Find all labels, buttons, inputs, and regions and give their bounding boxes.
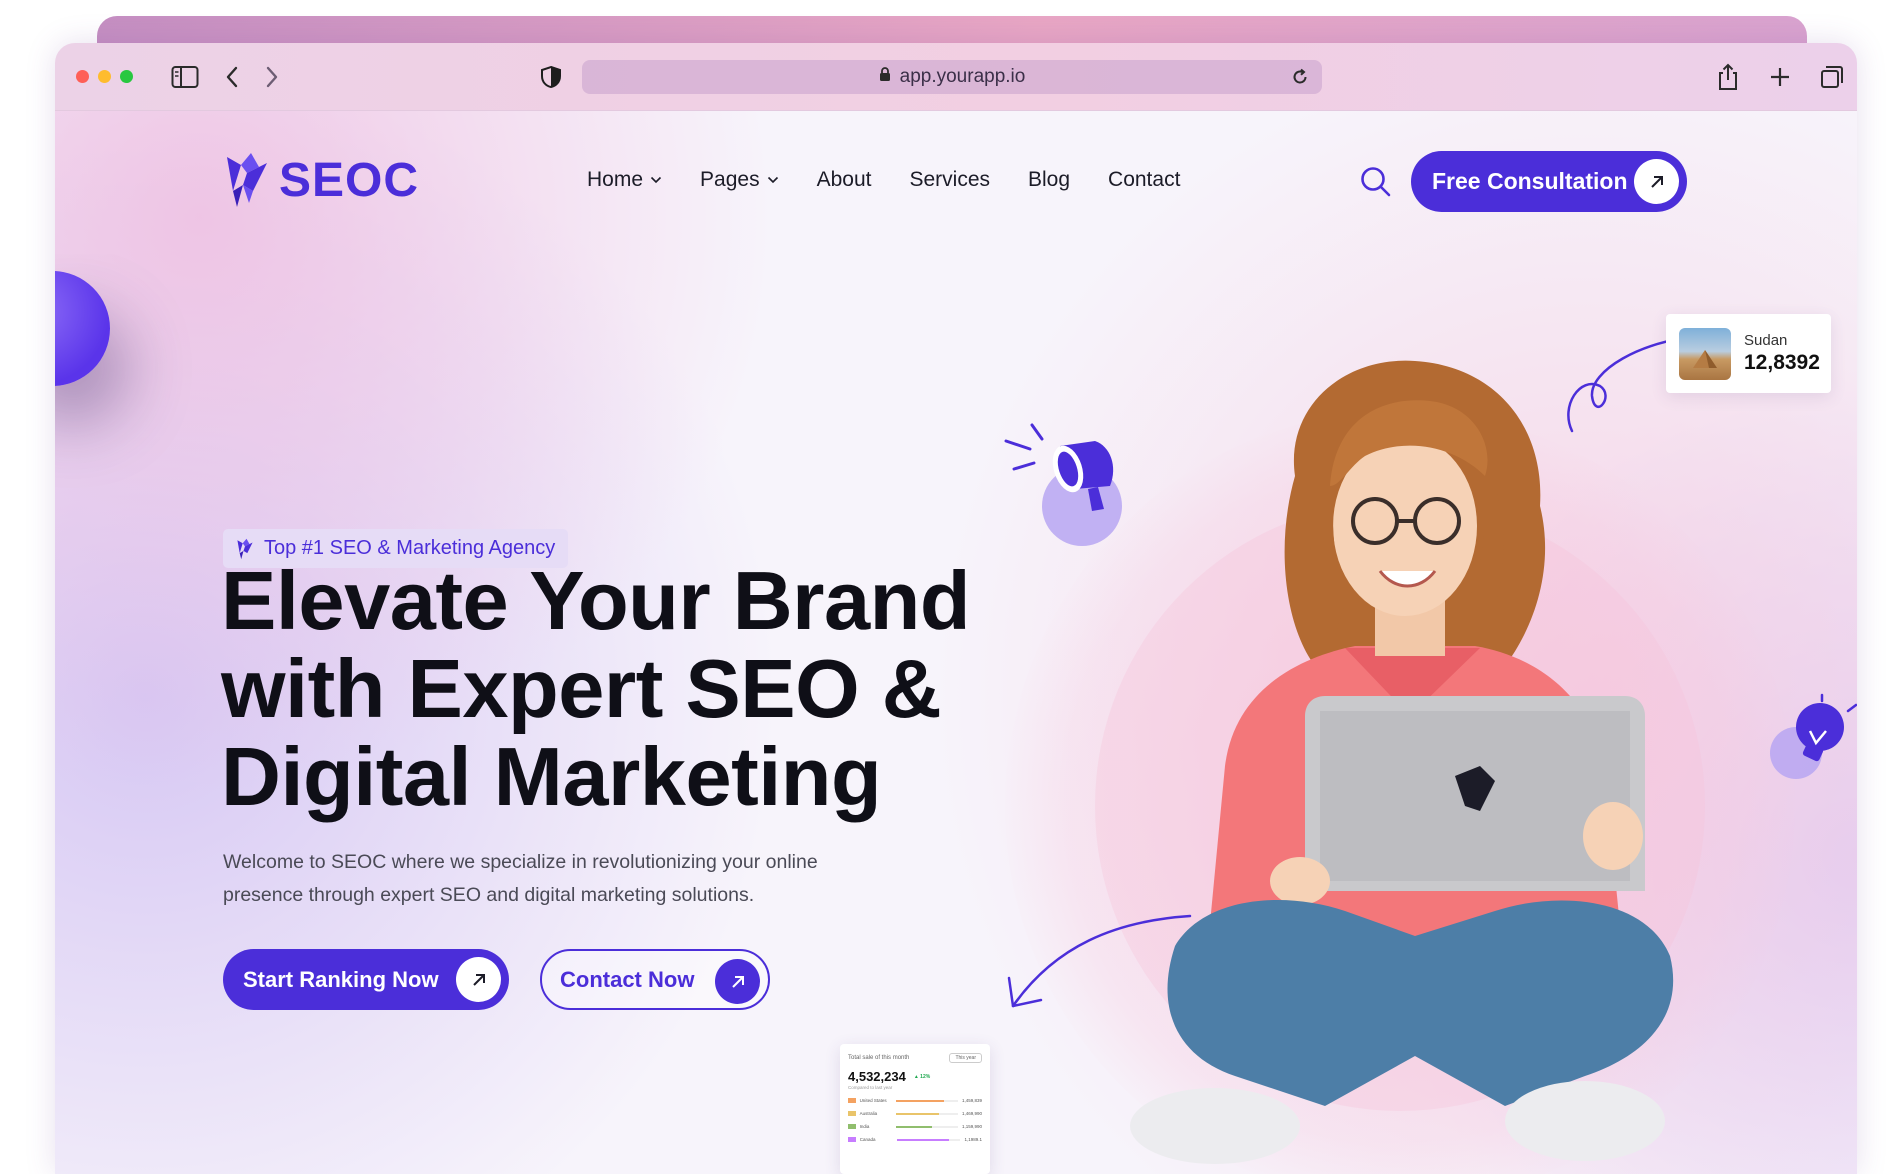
country-row: United States 1,459,839 <box>848 1098 982 1103</box>
hero-title-line: with Expert SEO & <box>221 642 942 735</box>
country-name: Canada <box>859 1137 876 1142</box>
logo-icon <box>227 153 267 207</box>
hero-description: Welcome to SEOC where we specialize in r… <box>223 846 883 912</box>
mini-card-change: ▲ 12% <box>913 1073 931 1080</box>
hero-description-line: Welcome to SEOC where we specialize in r… <box>223 851 818 873</box>
country-row: Australia 1,469,990 <box>848 1111 982 1116</box>
back-icon[interactable] <box>216 61 248 93</box>
stat-label: Sudan <box>1744 332 1788 349</box>
minimize-window-button[interactable] <box>98 70 111 83</box>
decorative-orb <box>55 271 110 386</box>
country-value: 1,159,990 <box>961 1124 982 1129</box>
cta-label: Free Consultation <box>1432 168 1628 194</box>
hero-title-line: Digital Marketing <box>221 730 882 823</box>
country-name: Australia <box>859 1111 878 1116</box>
free-consultation-button[interactable]: Free Consultation <box>1411 151 1687 212</box>
progress-bar <box>896 1138 961 1141</box>
site-logo[interactable]: SEOC <box>223 151 419 209</box>
tab-overview-icon[interactable] <box>1816 61 1848 93</box>
lightbulb-icon <box>1770 693 1857 779</box>
curved-arrow-icon <box>1007 914 1192 1008</box>
shield-icon[interactable] <box>535 61 567 93</box>
flag-icon <box>848 1124 856 1129</box>
progress-fill <box>895 1099 945 1102</box>
arrow-up-right-icon <box>1634 159 1679 204</box>
nav-label: Pages <box>700 168 760 191</box>
web-page: SEOC Home Pages About Services Blog Cont… <box>55 111 1857 1174</box>
browser-toolbar: app.yourapp.io <box>55 43 1857 111</box>
nav-item-services[interactable]: Services <box>909 168 990 192</box>
progress-fill <box>895 1125 932 1128</box>
arrow-up-right-icon <box>456 957 501 1002</box>
nav-item-contact[interactable]: Contact <box>1108 168 1180 192</box>
nav-item-pages[interactable]: Pages <box>700 168 779 192</box>
country-row: Canada 1,1989.1 <box>848 1137 982 1142</box>
nav-item-about[interactable]: About <box>817 168 872 192</box>
new-tab-icon[interactable] <box>1764 61 1796 93</box>
country-name: India <box>859 1124 870 1129</box>
hero-title-line: Elevate Your Brand <box>221 554 971 647</box>
browser-window: app.yourapp.io SEOC Home Pages About Ser… <box>55 43 1857 1174</box>
hero-person-illustration <box>1130 360 1674 1164</box>
address-text: app.yourapp.io <box>899 66 1026 87</box>
forward-icon[interactable] <box>256 61 288 93</box>
period-select[interactable]: This year <box>949 1053 982 1063</box>
chevron-down-icon <box>767 176 778 184</box>
progress-bar <box>895 1112 958 1115</box>
flag-icon <box>848 1098 856 1103</box>
progress-bar <box>895 1099 958 1102</box>
close-window-button[interactable] <box>76 70 89 83</box>
main-nav: Home Pages About Services Blog Contact <box>587 168 1218 192</box>
chevron-down-icon <box>650 176 662 184</box>
nav-item-blog[interactable]: Blog <box>1028 168 1070 192</box>
country-row: India 1,159,990 <box>848 1124 982 1129</box>
nav-label: Services <box>909 168 990 191</box>
stat-value: 12,8392 <box>1744 351 1820 374</box>
lock-icon <box>879 66 891 88</box>
mini-card-title: Total sale of this month <box>848 1055 910 1061</box>
flag-icon <box>848 1137 856 1142</box>
country-name: United States <box>859 1098 887 1103</box>
logo-text: SEOC <box>279 153 420 207</box>
progress-fill <box>895 1112 940 1115</box>
nav-label: About <box>816 168 872 191</box>
stat-card: Sudan 12,8392 <box>1666 314 1831 393</box>
nav-label: Blog <box>1028 168 1071 191</box>
reload-icon[interactable] <box>1290 67 1310 93</box>
button-label: Contact Now <box>560 966 695 992</box>
share-icon[interactable] <box>1712 61 1744 93</box>
hero-description-line: presence through expert SEO and digital … <box>223 884 755 906</box>
flag-icon <box>848 1111 856 1116</box>
mini-card-subtitle: Compared to last year <box>848 1085 893 1090</box>
zoom-window-button[interactable] <box>120 70 133 83</box>
address-bar[interactable]: app.yourapp.io <box>582 60 1322 94</box>
sidebar-toggle-icon[interactable] <box>169 61 201 93</box>
contact-now-button[interactable]: Contact Now <box>540 949 770 1010</box>
nav-label: Home <box>587 168 644 191</box>
country-value: 1,1989.1 <box>964 1137 982 1142</box>
progress-fill <box>896 1138 949 1141</box>
nav-label: Contact <box>1108 168 1181 191</box>
sales-mini-card: Total sale of this month This year 4,532… <box>840 1044 990 1174</box>
mini-card-value: 4,532,234 <box>848 1069 906 1084</box>
progress-bar <box>895 1125 958 1128</box>
hero-title: Elevate Your Brand with Expert SEO & Dig… <box>221 557 1021 821</box>
arrow-up-right-icon <box>715 959 760 1004</box>
pyramid-thumbnail <box>1679 327 1731 380</box>
country-value: 1,469,990 <box>961 1111 982 1116</box>
button-label: Start Ranking Now <box>243 966 439 992</box>
country-value: 1,459,839 <box>961 1098 982 1103</box>
start-ranking-button[interactable]: Start Ranking Now <box>223 949 509 1010</box>
nav-item-home[interactable]: Home <box>587 168 662 192</box>
search-icon[interactable] <box>1359 165 1393 204</box>
